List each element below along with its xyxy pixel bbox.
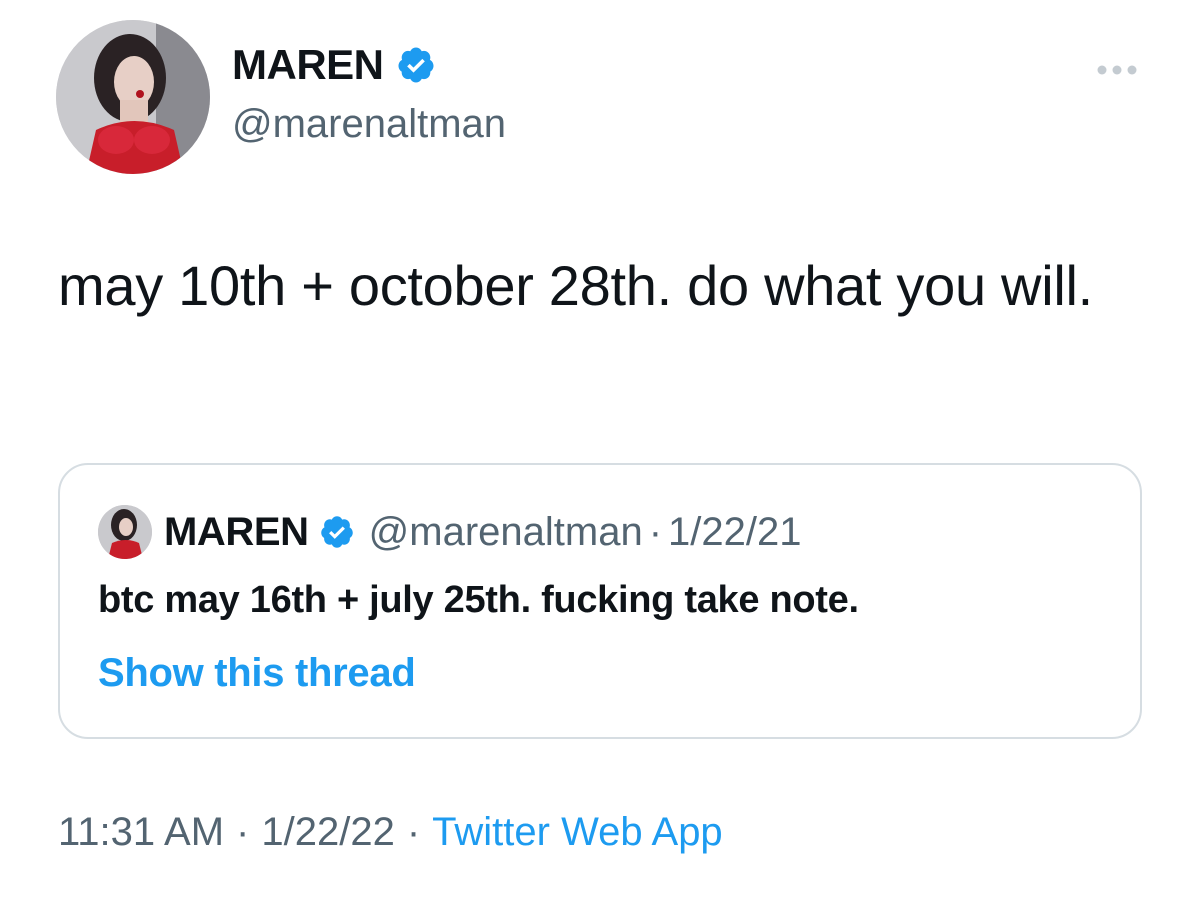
quoted-tweet-header: MAREN @marenaltman · 1/22/21: [98, 505, 802, 559]
tweet-time[interactable]: 11:31 AM: [58, 812, 224, 852]
tweet-source-link[interactable]: Twitter Web App: [432, 812, 723, 852]
author-display-name[interactable]: MAREN: [232, 44, 384, 86]
quoted-author-name: MAREN: [164, 510, 309, 554]
avatar-image: [56, 20, 210, 174]
separator-dot: ·: [406, 810, 421, 854]
author-avatar[interactable]: [56, 20, 210, 174]
verified-badge-icon: [396, 45, 436, 85]
quoted-author-handle: @marenaltman: [368, 510, 643, 554]
separator-dot: ·: [236, 810, 250, 854]
show-thread-link[interactable]: Show this thread: [98, 651, 416, 696]
quoted-tweet-date: 1/22/21: [668, 510, 802, 554]
tweet-meta: 11:31 AM · 1/22/22 · Twitter Web App: [58, 812, 723, 852]
author-handle[interactable]: @marenaltman: [232, 104, 506, 144]
separator-dot: ·: [648, 510, 663, 554]
quoted-tweet-text: btc may 16th + july 25th. fucking take n…: [98, 579, 859, 621]
more-dots-icon[interactable]: [1094, 60, 1140, 80]
quoted-author-avatar: [98, 505, 152, 559]
verified-badge-icon: [319, 514, 355, 550]
tweet-date[interactable]: 1/22/22: [261, 812, 394, 852]
author-name-row[interactable]: MAREN: [232, 44, 436, 86]
tweet-view: MAREN @marenaltman may 10th + october 28…: [0, 0, 1200, 898]
quoted-tweet-card[interactable]: MAREN @marenaltman · 1/22/21 btc may 16t…: [58, 463, 1142, 739]
tweet-text: may 10th + october 28th. do what you wil…: [58, 254, 1093, 317]
